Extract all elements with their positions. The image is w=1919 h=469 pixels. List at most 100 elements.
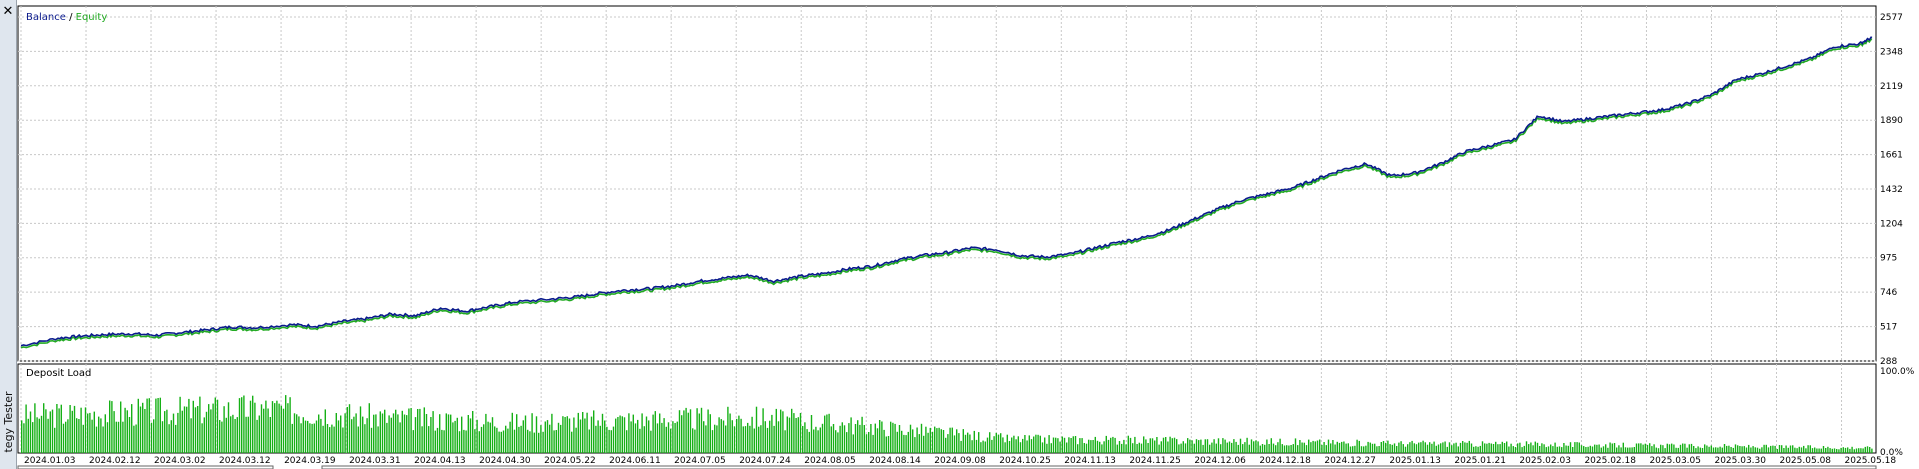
deposit-load-bar [1261,444,1264,453]
deposit-load-bar [1488,442,1490,453]
deposit-load-bar [150,422,153,453]
deposit-load-bar [1338,442,1341,453]
deposit-load-bar [1613,443,1616,453]
deposit-load-bar [775,408,777,453]
deposit-load-bar [375,414,377,453]
deposit-load-bar [722,420,725,453]
deposit-load-bar [1479,445,1481,453]
deposit-load-bar [1844,447,1847,453]
deposit-load-bar [1576,442,1578,453]
deposit-load-bar [381,413,384,453]
deposit-load-bar [958,433,960,453]
deposit-load-bar [1567,445,1569,453]
deposit-load-bar [846,432,848,453]
deposit-load-bar [1156,437,1158,453]
deposit-load-bar [700,407,703,453]
deposit-load-bar [751,416,753,453]
deposit-load-bar [912,429,914,453]
deposit-load-bar [1354,445,1356,453]
deposit-load-bar [815,426,817,453]
deposit-load-bar [577,412,579,453]
deposit-load-bar [80,407,82,453]
deposit-load-bar [1666,443,1668,453]
deposit-load-bar [1233,439,1235,453]
x-tick-label: 2024.03.31 [349,456,401,466]
deposit-load-bar [1209,444,1211,453]
deposit-load-bar [359,406,362,453]
deposit-load-bar [984,441,986,453]
deposit-load-bar [1704,444,1706,453]
deposit-load-bar [634,423,637,453]
deposit-load-bar [93,411,95,453]
deposit-load-bar [736,418,738,453]
deposit-load-bar [632,414,634,453]
deposit-load-bar [1136,444,1138,453]
deposit-load-bar [808,431,810,453]
deposit-load-bar [1286,445,1288,453]
deposit-load-bar [276,400,278,453]
deposit-load-bar [1294,438,1297,453]
deposit-load-bar [1066,442,1068,453]
deposit-load-bar [1259,445,1261,453]
deposit-load-bar [234,419,236,453]
deposit-load-bar [1598,444,1600,453]
deposit-load-bar [1486,443,1488,453]
deposit-load-bar [1651,446,1653,453]
deposit-load-bar [1631,447,1633,453]
deposit-load-bar [665,426,667,453]
deposit-load-bar [1510,443,1512,453]
deposit-load-bar [654,411,656,453]
deposit-load-bar [949,427,951,453]
deposit-load-bar [593,410,595,453]
deposit-load-bar [656,423,659,453]
deposit-load-bar [322,425,324,453]
deposit-load-bar [601,413,604,453]
deposit-load-bar [1620,447,1622,453]
deposit-load-bar [1836,449,1838,453]
deposit-load-bar [69,405,71,453]
y-tick-label: 975 [1880,254,1897,264]
deposit-load-bar [769,420,771,453]
deposit-load-bar [698,413,700,453]
deposit-load-bar [1143,436,1145,453]
deposit-load-bar [859,424,861,453]
x-tick-label: 2025.03.30 [1714,456,1766,466]
deposit-load-bar [793,413,795,453]
deposit-load-bar [753,428,755,453]
deposit-load-bar [1048,435,1050,453]
deposit-load-bar [351,419,353,453]
deposit-load-bar [117,421,120,453]
deposit-load-bar [1657,448,1660,453]
deposit-load-bar [1184,443,1187,453]
deposit-load-bar [1176,439,1178,453]
deposit-load-bar [839,425,841,453]
x-tick-label: 2025.05.18 [1845,456,1897,466]
deposit-load-bar [1015,439,1017,453]
deposit-load-bar [832,424,835,453]
deposit-load-bar [546,420,549,453]
deposit-load-bar [1464,442,1466,453]
deposit-load-bar [247,416,249,453]
deposit-load-bar [1072,436,1074,453]
deposit-load-bar [258,415,260,453]
deposit-load-bar [1838,449,1840,453]
deposit-load-bar [1550,444,1552,453]
deposit-load-bar [1411,440,1413,453]
deposit-load-bar [98,416,100,453]
deposit-load-bar [1004,442,1006,453]
deposit-load-bar [804,422,806,453]
deposit-load-bar [1519,442,1521,453]
deposit-load-bar [353,416,355,453]
deposit-load-bar [135,424,137,453]
deposit-load-bar [1686,447,1688,453]
deposit-load-bar [612,426,615,453]
deposit-load-bar [260,404,263,453]
deposit-load-bar [1369,442,1371,453]
deposit-load-bar [619,415,621,453]
deposit-load-bar [1334,444,1336,453]
deposit-load-bar [1431,443,1433,453]
deposit-load-bar [265,400,267,453]
deposit-load-bar [146,398,148,453]
deposit-load-bar [1822,446,1825,453]
deposit-load-bar [51,409,54,453]
